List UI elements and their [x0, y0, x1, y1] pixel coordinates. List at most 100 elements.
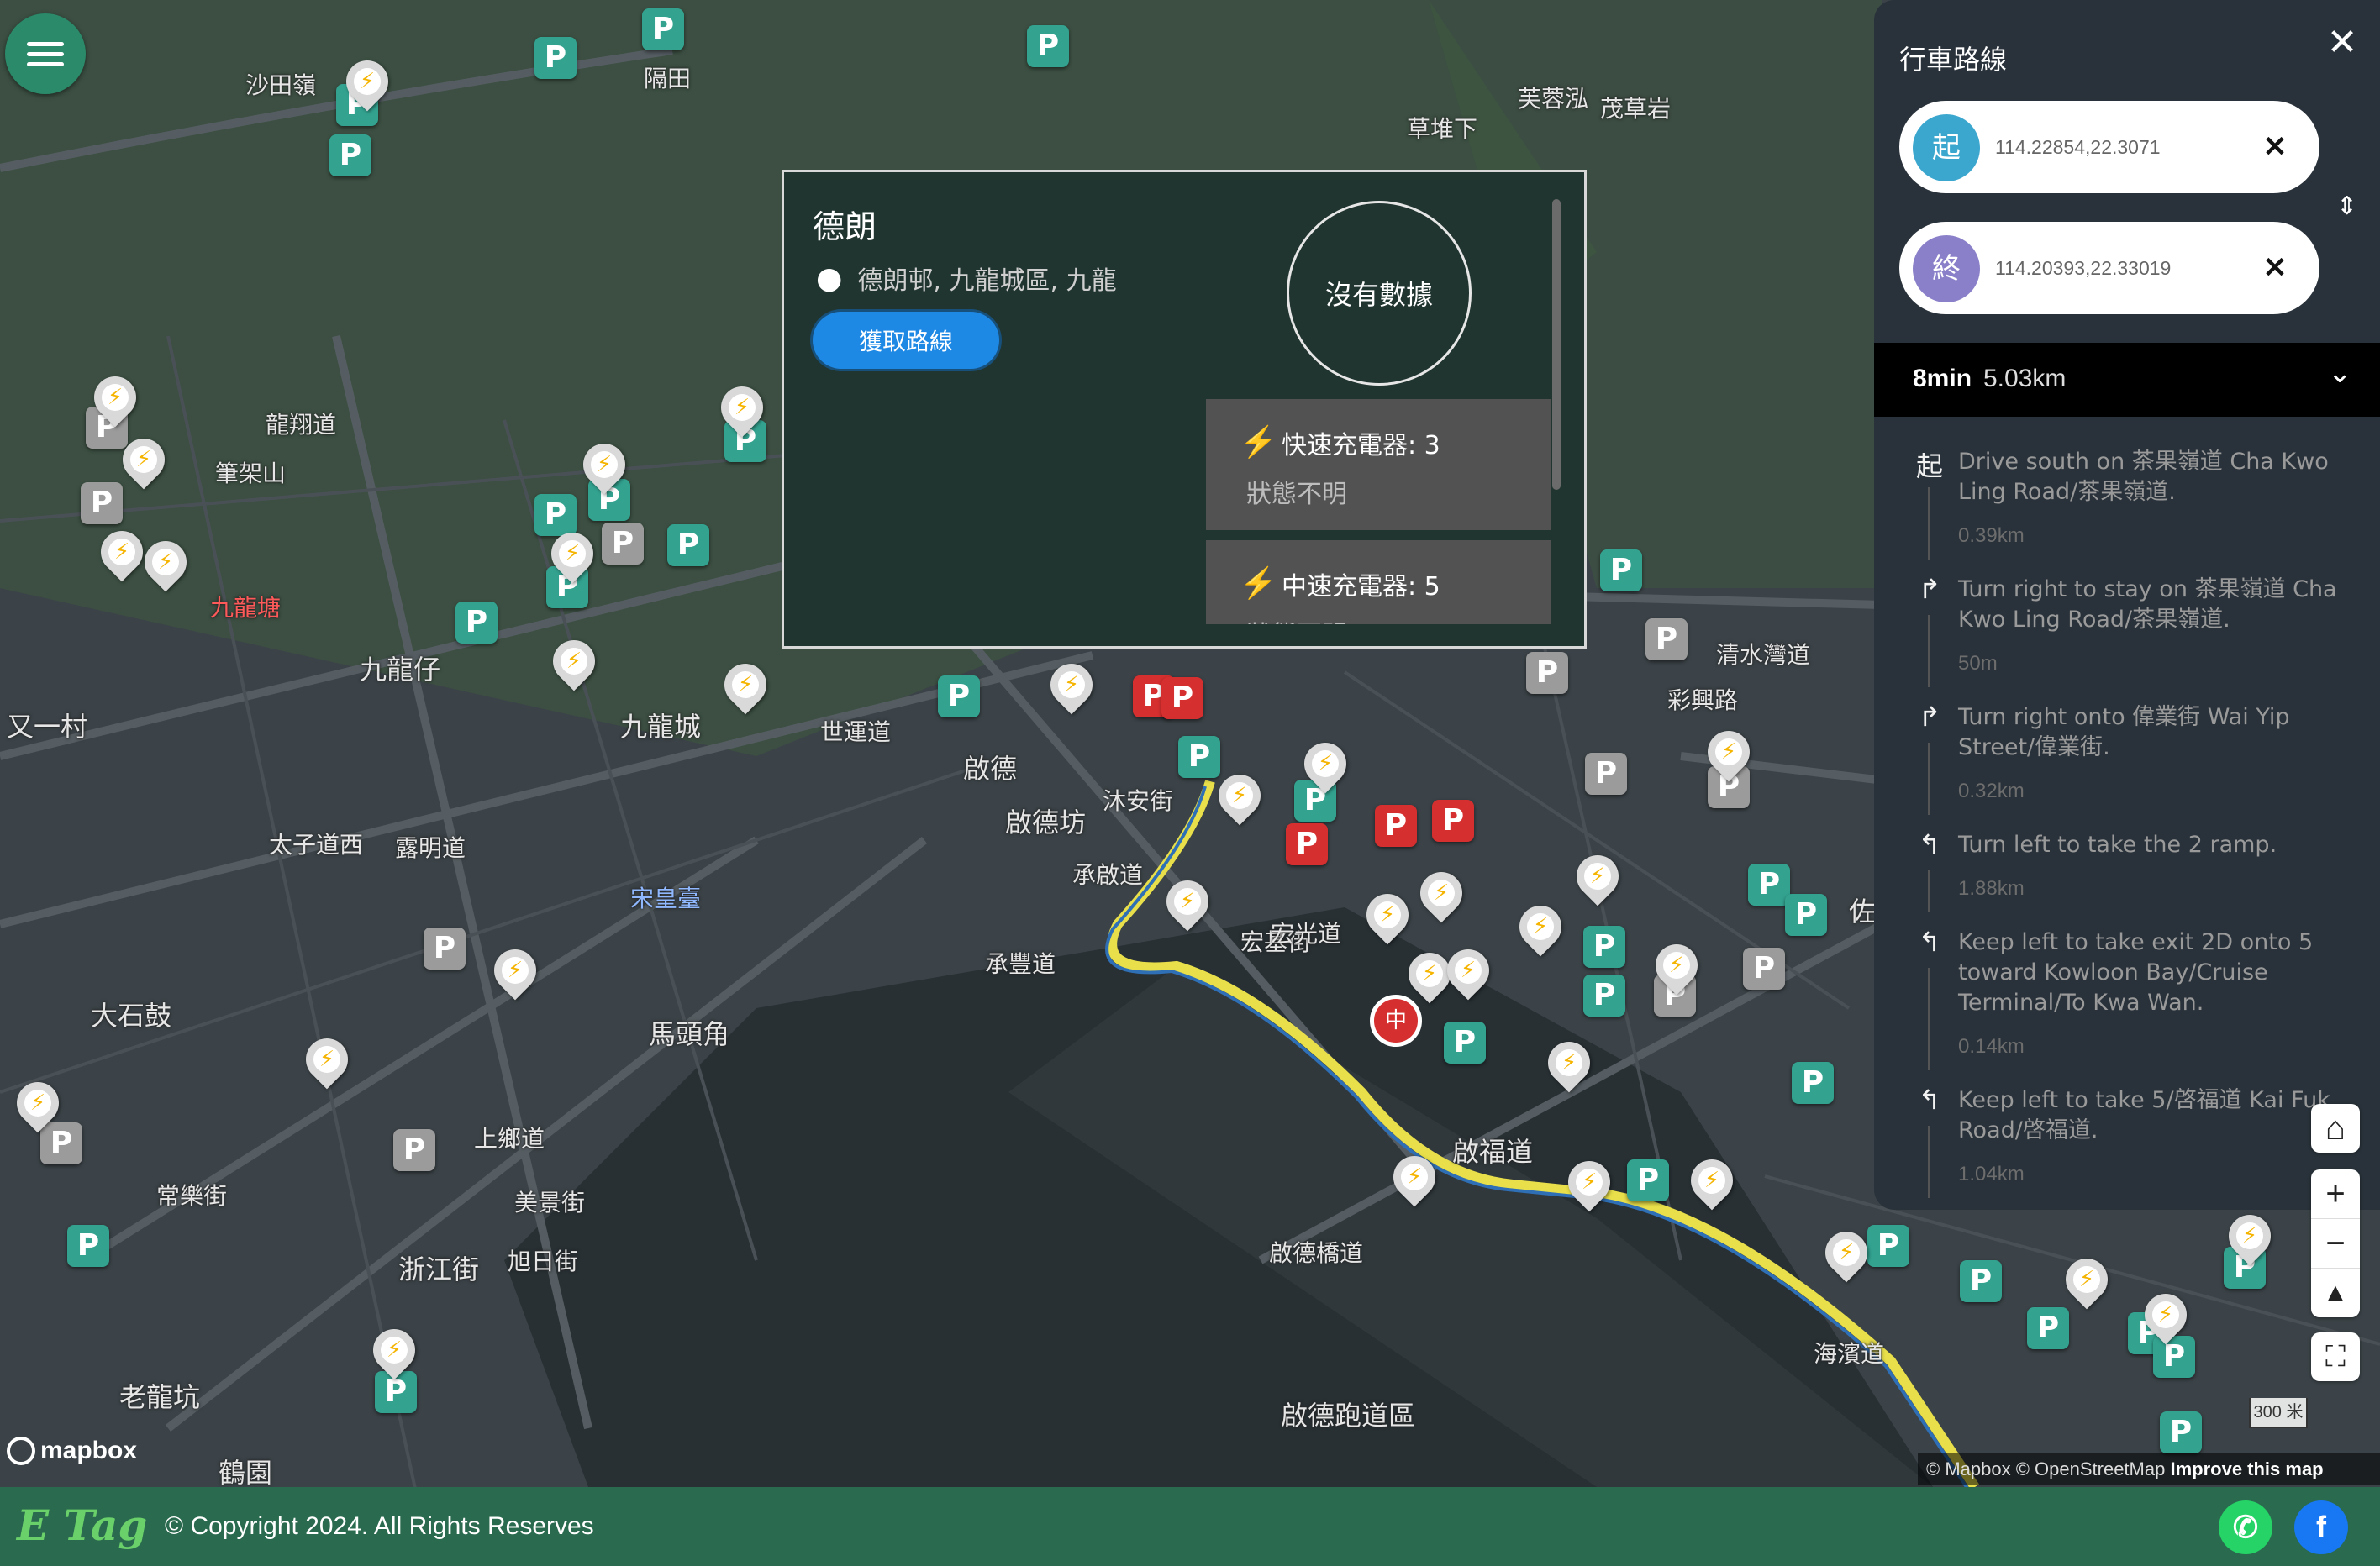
zoom-out-icon[interactable]: −	[2311, 1219, 2360, 1269]
compass-icon[interactable]: ▲	[2311, 1269, 2360, 1317]
step-distance: 0.39km	[1958, 524, 2025, 547]
map-attribution: © Mapbox © OpenStreetMap Improve this ma…	[1918, 1453, 2380, 1485]
place-label: 太子道西	[269, 831, 364, 859]
parking-marker[interactable]: P	[2027, 1307, 2069, 1349]
step-distance: 1.88km	[1958, 877, 2025, 900]
fullscreen-icon[interactable]: ⛶	[2311, 1332, 2360, 1381]
step-distance: 0.32km	[1958, 780, 2025, 802]
parking-marker[interactable]: P	[2153, 1336, 2195, 1378]
place-label: 沐安街	[1103, 787, 1174, 815]
selected-location-marker[interactable]: 中	[1370, 995, 1422, 1047]
bolt-icon: ⚡	[1240, 565, 1277, 600]
parking-marker[interactable]: P	[393, 1129, 435, 1171]
turn-left-icon: ↰	[1918, 828, 1941, 860]
step-text: Turn right onto 偉業街 Wai Yip Street/偉業街.	[1958, 704, 2290, 760]
parking-marker[interactable]: P	[938, 675, 980, 717]
destination-coord[interactable]: 114.20393,22.33019	[1995, 222, 2171, 314]
parking-marker[interactable]: P	[1432, 800, 1474, 842]
route-step: ↰ Keep left to take exit 2D onto 5 towar…	[1874, 917, 2380, 1075]
improve-map-link[interactable]: Improve this map	[2170, 1458, 2323, 1479]
parking-marker[interactable]: P	[1748, 864, 1790, 906]
destination-field[interactable]: 終 114.20393,22.33019 ✕	[1899, 222, 2319, 314]
parking-marker[interactable]: P	[1867, 1225, 1909, 1267]
parking-marker[interactable]: P	[2160, 1411, 2202, 1453]
parking-marker[interactable]: P	[1375, 805, 1417, 847]
parking-marker[interactable]: P	[534, 494, 577, 536]
place-label: 佐	[1849, 896, 1877, 928]
clear-destination-icon[interactable]: ✕	[2252, 245, 2298, 291]
parking-marker[interactable]: P	[67, 1225, 109, 1267]
parking-marker[interactable]: P	[1027, 25, 1069, 67]
address-text: 德朗邨, 九龍城區, 九龍	[857, 266, 1117, 296]
charger-list[interactable]: ⚡ 快速充電器: 3 狀態不明 ⚡ 中速充電器: 5 狀態不明	[1206, 399, 1551, 624]
parking-marker[interactable]: P	[1178, 736, 1220, 778]
charger-status: 狀態不明	[1246, 480, 1347, 509]
parking-marker[interactable]: P	[1645, 618, 1688, 660]
place-label: 鶴園	[219, 1457, 273, 1487]
place-label: 上鄉道	[474, 1125, 545, 1153]
parking-marker[interactable]: P	[602, 523, 644, 565]
menu-button[interactable]	[5, 13, 86, 94]
step-text: Turn left to take the 2 ramp.	[1958, 832, 2277, 858]
keep-left-icon: ↰	[1918, 1084, 1941, 1116]
parking-marker[interactable]: P	[1785, 894, 1827, 936]
route-step: ↱ Turn right to stay on 茶果嶺道 Cha Kwo Lin…	[1874, 565, 2380, 692]
step-distance: 0.14km	[1958, 1035, 2025, 1058]
parking-marker[interactable]: P	[424, 928, 466, 970]
parking-marker[interactable]: P	[1444, 1022, 1486, 1064]
parking-marker[interactable]: P	[455, 602, 498, 644]
zoom-in-icon[interactable]: +	[2311, 1169, 2360, 1219]
origin-coord[interactable]: 114.22854,22.3071	[1995, 101, 2161, 193]
parking-marker[interactable]: P	[81, 482, 123, 524]
parking-marker[interactable]: P	[1161, 677, 1203, 719]
charger-card: ⚡ 中速充電器: 5 狀態不明	[1206, 540, 1551, 624]
parking-marker[interactable]: P	[1526, 652, 1568, 694]
parking-marker[interactable]: P	[329, 134, 371, 176]
parking-marker[interactable]: P	[1583, 926, 1625, 968]
step-connector	[1928, 743, 1930, 815]
place-label: 常樂街	[156, 1182, 228, 1210]
start-icon: 起	[1915, 450, 1943, 482]
parking-marker[interactable]: P	[1960, 1260, 2002, 1302]
charger-status: 狀態不明	[1246, 614, 1347, 624]
route-steps[interactable]: 起 Drive south on 茶果嶺道 Cha Kwo Ling Road/…	[1874, 437, 2380, 1210]
hamburger-icon-line	[27, 62, 64, 66]
origin-field[interactable]: 起 114.22854,22.3071 ✕	[1899, 101, 2319, 193]
route-summary[interactable]: 8min 5.03km ⌄	[1874, 343, 2380, 417]
place-label: 茂草岩	[1600, 95, 1672, 123]
facebook-icon[interactable]: f	[2294, 1500, 2348, 1554]
location-pin-icon: ●	[816, 260, 843, 296]
clear-origin-icon[interactable]: ✕	[2252, 124, 2298, 170]
whatsapp-icon[interactable]: ✆	[2219, 1500, 2272, 1554]
place-label: 浙江街	[398, 1253, 480, 1285]
place-label: 大石鼓	[91, 1000, 172, 1032]
parking-marker[interactable]: P	[534, 37, 577, 79]
panel-title: 行車路線	[1899, 44, 2008, 76]
origin-badge: 起	[1913, 114, 1980, 181]
place-label: 彩興路	[1667, 686, 1739, 714]
chevron-down-icon[interactable]: ⌄	[2328, 356, 2352, 390]
parking-marker[interactable]: P	[40, 1122, 82, 1164]
place-label: 隔田	[644, 65, 692, 92]
parking-marker[interactable]: P	[1743, 948, 1785, 990]
place-label: 宏光道	[1271, 920, 1342, 948]
location-popup: 德朗 ● 德朗邨, 九龍城區, 九龍 獲取路線 沒有數據 ⚡ 快速充電器: 3 …	[782, 170, 1587, 649]
close-icon[interactable]: ✕	[2319, 20, 2365, 66]
swap-icon[interactable]: ⇕	[2336, 192, 2357, 221]
popup-scrollbar[interactable]	[1552, 199, 1561, 490]
parking-marker[interactable]: P	[1585, 753, 1627, 795]
parking-marker[interactable]: P	[667, 524, 709, 566]
parking-marker[interactable]: P	[1627, 1159, 1669, 1201]
parking-marker[interactable]: P	[642, 8, 684, 50]
step-distance: 50m	[1958, 652, 1998, 675]
get-route-button[interactable]: 獲取路線	[813, 312, 999, 369]
place-label: 啟福道	[1452, 1136, 1534, 1168]
route-step: ↱ Turn right onto 偉業街 Wai Yip Street/偉業街…	[1874, 692, 2380, 820]
parking-marker[interactable]: P	[1600, 549, 1642, 591]
parking-marker[interactable]: P	[1286, 823, 1328, 865]
parking-marker[interactable]: P	[1792, 1062, 1834, 1104]
home-icon[interactable]: ⌂	[2311, 1104, 2360, 1153]
charger-card: ⚡ 快速充電器: 3 狀態不明	[1206, 399, 1551, 530]
parking-marker[interactable]: P	[1583, 975, 1625, 1017]
mapbox-icon	[7, 1437, 35, 1465]
